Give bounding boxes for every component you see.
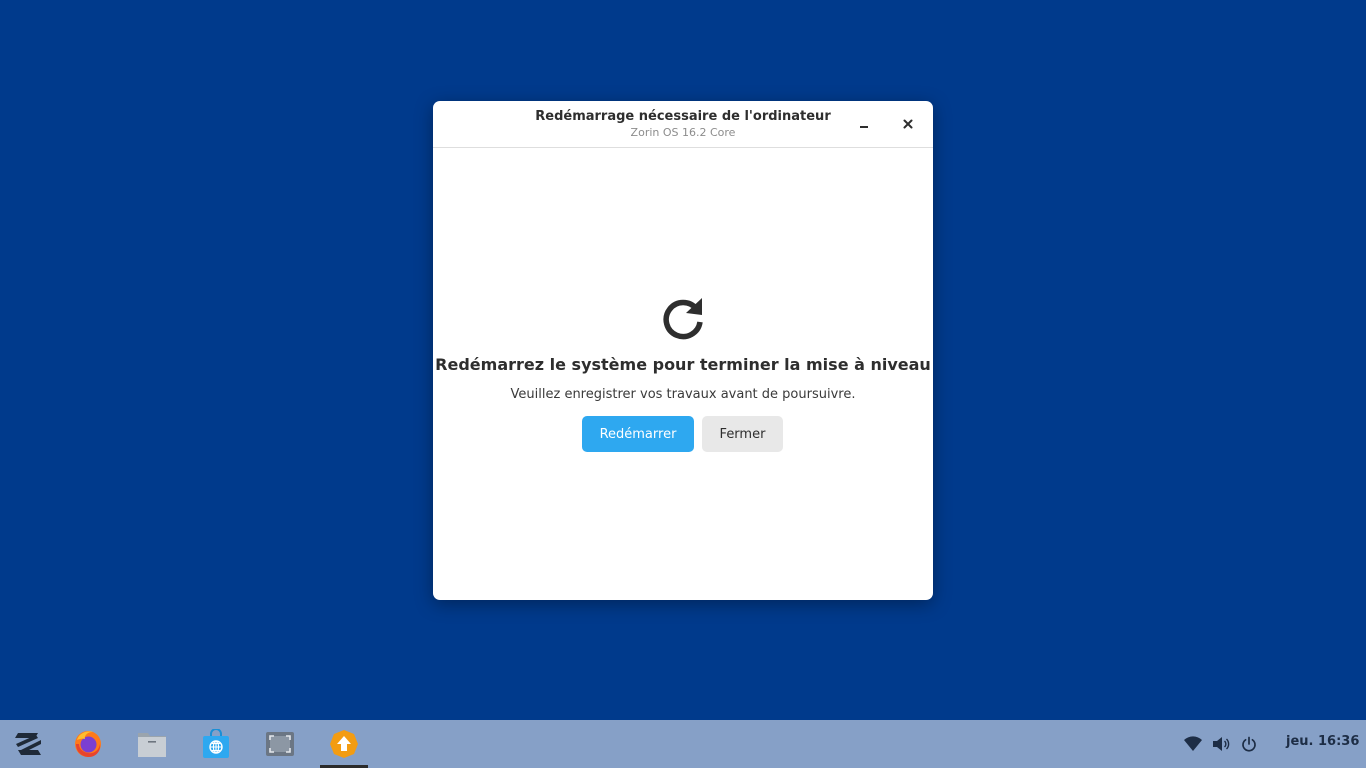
close-button[interactable]: Fermer xyxy=(702,416,783,452)
zorin-menu-button[interactable] xyxy=(4,720,52,768)
screenshot-launcher[interactable] xyxy=(256,720,304,768)
wifi-icon xyxy=(1184,736,1202,751)
software-store-launcher[interactable] xyxy=(192,720,240,768)
dialog-titlebar[interactable]: Redémarrage nécessaire de l'ordinateur Z… xyxy=(433,101,933,148)
volume-icon xyxy=(1213,737,1230,751)
folder-icon xyxy=(138,733,166,757)
power-icon xyxy=(1242,736,1256,752)
restart-required-dialog: Redémarrage nécessaire de l'ordinateur Z… xyxy=(433,101,933,600)
firefox-icon xyxy=(75,731,101,757)
close-window-button[interactable] xyxy=(897,113,919,135)
dialog-headline: Redémarrez le système pour terminer la m… xyxy=(435,355,931,374)
close-icon xyxy=(903,119,913,129)
update-icon xyxy=(330,730,358,758)
taskbar-clock[interactable]: jeu. 16:36 xyxy=(1286,734,1359,749)
minimize-icon xyxy=(860,126,868,128)
dialog-message: Veuillez enregistrer vos travaux avant d… xyxy=(510,387,856,402)
zorin-logo-icon xyxy=(15,733,41,755)
files-launcher[interactable] xyxy=(128,720,176,768)
screenshot-icon xyxy=(266,732,294,756)
restart-button[interactable]: Redémarrer xyxy=(582,416,694,452)
firefox-launcher[interactable] xyxy=(64,720,112,768)
volume-control[interactable] xyxy=(1211,734,1231,754)
store-icon xyxy=(203,729,229,758)
dialog-content: Redémarrez le système pour terminer la m… xyxy=(433,148,933,600)
minimize-button[interactable] xyxy=(853,113,875,135)
software-updater-launcher[interactable] xyxy=(320,720,368,768)
power-menu[interactable] xyxy=(1239,734,1259,754)
refresh-icon xyxy=(663,298,703,340)
wifi-status[interactable] xyxy=(1183,734,1203,754)
taskbar: jeu. 16:36 xyxy=(0,720,1366,768)
